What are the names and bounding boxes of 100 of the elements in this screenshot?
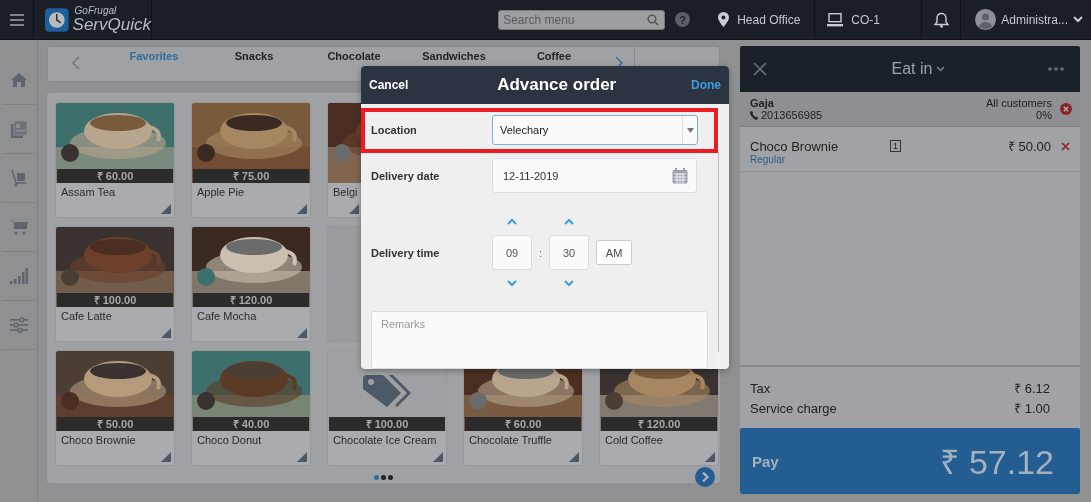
- clock-logo-icon: [45, 7, 69, 32]
- bell-icon[interactable]: [933, 11, 949, 28]
- page-dot[interactable]: [381, 474, 386, 480]
- corner-icon: [297, 204, 307, 214]
- chevron-down-icon[interactable]: [1073, 16, 1083, 23]
- product-name: Belgi: [332, 185, 359, 200]
- price-label: ₹ 100.00: [329, 417, 445, 431]
- price-label: ₹ 120.00: [601, 417, 717, 431]
- search-field[interactable]: Search menu: [498, 9, 666, 30]
- price-label: ₹ 75.00: [193, 169, 309, 183]
- hour-field[interactable]: 09: [492, 235, 532, 271]
- brand-name: ServQuick: [72, 16, 151, 33]
- dialog-title: Advance order: [497, 75, 617, 95]
- product-name: Cold Coffee: [604, 433, 664, 448]
- charge-amount: ₹ 6.12: [1014, 380, 1050, 398]
- corner-icon: [433, 452, 443, 462]
- close-icon[interactable]: [753, 62, 767, 76]
- counter-label[interactable]: CO-1: [851, 12, 880, 27]
- price-label: ₹ 50.00: [57, 417, 173, 431]
- corner-icon: [161, 204, 171, 214]
- corner-icon: [161, 452, 171, 462]
- product-card[interactable]: ₹ 60.00 Assam Tea: [55, 102, 175, 218]
- delete-icon[interactable]: [1061, 141, 1070, 151]
- menu-icon[interactable]: [9, 13, 24, 26]
- product-name: Cafe Mocha: [196, 309, 258, 324]
- product-card[interactable]: ₹ 75.00 Apple Pie: [191, 102, 311, 218]
- product-card[interactable]: Belgi: [327, 102, 362, 218]
- item-name: Choco Brownie: [750, 139, 840, 154]
- time-separator: :: [539, 246, 543, 259]
- product-name: Choco Donut: [196, 433, 263, 448]
- corner-icon: [297, 328, 307, 338]
- chevron-down-icon: [936, 66, 946, 72]
- corner-icon: [297, 452, 307, 462]
- am-pm-button[interactable]: AM: [596, 240, 633, 266]
- location-label[interactable]: Head Office: [737, 12, 801, 27]
- brand-tagline: GoFrugal: [73, 6, 118, 16]
- customer-phone: 2013656985: [761, 109, 823, 121]
- price-label: ₹ 60.00: [57, 169, 173, 183]
- field-label: Delivery date: [371, 169, 441, 182]
- corner-icon: [569, 452, 579, 462]
- remove-icon[interactable]: [1060, 103, 1072, 115]
- customer-name: Gaja: [750, 97, 775, 109]
- location-select[interactable]: Velechary: [492, 115, 698, 146]
- date-field[interactable]: 12-11-2019: [492, 158, 697, 194]
- cart-icon[interactable]: [9, 219, 28, 235]
- minute-field[interactable]: 30: [549, 235, 590, 271]
- category-tab[interactable]: Coffee: [504, 51, 604, 62]
- phone-icon: [750, 110, 758, 120]
- location-pin-icon: [718, 12, 730, 27]
- avatar-icon: [975, 9, 997, 30]
- category-tab[interactable]: Snacks: [204, 51, 304, 62]
- product-name: Apple Pie: [196, 185, 246, 200]
- item-amount: ₹ 50.00: [1007, 138, 1051, 155]
- quantity-box[interactable]: 1: [890, 140, 901, 152]
- chevron-up-icon[interactable]: [507, 218, 517, 226]
- hand-truck-icon[interactable]: [10, 169, 27, 187]
- category-tab[interactable]: Sandwiches: [404, 51, 504, 62]
- next-page-icon[interactable]: [695, 467, 715, 487]
- price-label: ₹ 40.00: [193, 417, 309, 431]
- customer-row[interactable]: Gaja 2013656985 All customers 0%: [740, 92, 1080, 127]
- more-icon[interactable]: [1048, 67, 1064, 71]
- price-label: ₹ 100.00: [57, 293, 173, 307]
- order-mode-dropdown[interactable]: Eat in: [891, 60, 946, 78]
- page-dot[interactable]: [388, 474, 393, 480]
- home-icon[interactable]: [10, 73, 27, 87]
- corner-icon: [161, 328, 171, 338]
- documents-icon[interactable]: [10, 120, 27, 138]
- product-card[interactable]: ₹ 120.00 Cafe Mocha: [191, 226, 311, 342]
- product-name: Chocolate Ice Cream: [332, 433, 438, 448]
- category-tab[interactable]: Chocolate: [304, 51, 404, 62]
- charge-label: Tax: [750, 380, 771, 398]
- customer-discount: 0%: [1036, 109, 1052, 121]
- bar-chart-icon[interactable]: [9, 268, 28, 284]
- chevron-up-icon[interactable]: [564, 218, 575, 226]
- price-tag-icon: [361, 373, 413, 409]
- product-card[interactable]: ₹ 40.00 Choco Donut: [191, 350, 311, 466]
- chevron-left-icon[interactable]: [72, 56, 80, 70]
- customer-group: All customers: [985, 97, 1052, 109]
- product-name: Assam Tea: [60, 185, 117, 200]
- product-name: Choco Brownie: [60, 433, 137, 448]
- corner-icon: [705, 452, 715, 462]
- cancel-button[interactable]: Cancel: [369, 78, 409, 92]
- caret-icon: [686, 127, 694, 133]
- order-item[interactable]: Choco Brownie Regular 1 ₹ 50.00: [740, 127, 1080, 172]
- sliders-icon[interactable]: [9, 317, 28, 333]
- done-button[interactable]: Done: [691, 78, 721, 92]
- price-label: ₹ 60.00: [465, 417, 581, 431]
- calendar-icon[interactable]: [672, 167, 688, 184]
- computer-icon: [827, 12, 844, 27]
- price-label: ₹ 120.00: [193, 293, 309, 307]
- page-dot[interactable]: [374, 474, 379, 480]
- corner-icon: [349, 204, 359, 214]
- product-name: Cafe Latte: [60, 309, 113, 324]
- user-name[interactable]: Administra...: [1001, 12, 1068, 27]
- charge-amount: ₹ 1.00: [1014, 400, 1050, 418]
- product-card[interactable]: ₹ 100.00 Cafe Latte: [55, 226, 175, 342]
- remarks-field[interactable]: Remarks: [371, 310, 708, 369]
- product-card[interactable]: [327, 226, 362, 342]
- product-card[interactable]: ₹ 50.00 Choco Brownie: [55, 350, 175, 466]
- charge-label: Service charge: [750, 400, 837, 418]
